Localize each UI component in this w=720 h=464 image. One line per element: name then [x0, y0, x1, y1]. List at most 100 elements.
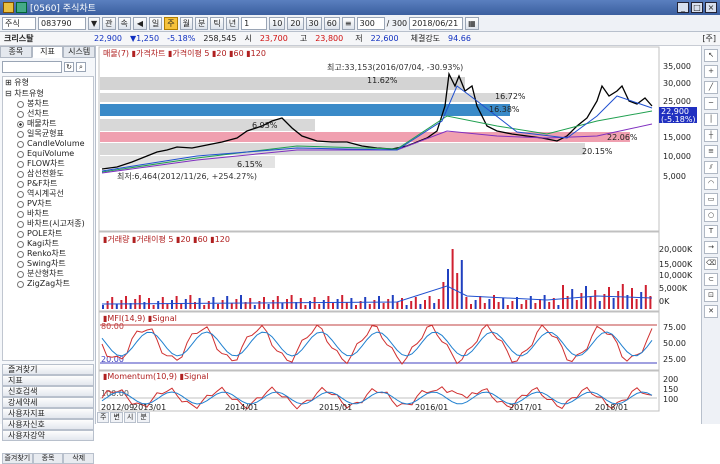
hline-tool-icon[interactable]: ─	[704, 97, 718, 110]
period-year-button[interactable]: 년	[225, 16, 240, 30]
nav-button-2[interactable]: 변	[110, 412, 123, 423]
radio-icon[interactable]	[17, 210, 24, 218]
trash-tool-icon[interactable]: ✕	[704, 305, 718, 318]
preset-30-button[interactable]: 30	[305, 16, 322, 30]
chart-type-item[interactable]: 역시계곡선	[3, 189, 93, 199]
radio-icon[interactable]	[17, 280, 24, 288]
chart-type-item[interactable]: 선차트	[3, 109, 93, 119]
nav-button-1[interactable]: 주	[97, 412, 110, 423]
lock-tool-icon[interactable]: ⊡	[704, 289, 718, 302]
user-signal-button[interactable]: 사용자신호	[2, 419, 94, 430]
user-strength-button[interactable]: 사용자강약	[2, 430, 94, 441]
radio-icon[interactable]	[17, 240, 24, 248]
tab-stocks[interactable]: 종목	[0, 46, 32, 58]
search-icon[interactable]: ▼	[88, 16, 101, 30]
chart-type-item[interactable]: Swing차트	[3, 259, 93, 269]
radio-icon[interactable]	[17, 260, 24, 268]
date-input[interactable]: 2018/06/21	[409, 16, 464, 30]
chart-type-item[interactable]: CandleVolume	[3, 139, 93, 149]
nav-button-4[interactable]: 분	[137, 412, 150, 423]
refresh-icon[interactable]: ↻	[64, 62, 74, 72]
vline-tool-icon[interactable]: │	[704, 113, 718, 126]
chart-type-item[interactable]: 분산형차트	[3, 269, 93, 279]
sok-button[interactable]: 속	[117, 16, 131, 30]
period-day-button[interactable]: 일	[148, 16, 163, 30]
help-icon[interactable]	[16, 2, 27, 13]
radio-icon[interactable]	[17, 190, 24, 198]
channel-tool-icon[interactable]: ⫽	[704, 161, 718, 174]
preset-60-button[interactable]: 60	[323, 16, 340, 30]
chart-type-item[interactable]: Kagi차트	[3, 239, 93, 249]
bottom-stock-button[interactable]: 종목	[32, 453, 64, 464]
arrow-icon[interactable]: ◀	[132, 16, 147, 30]
period-tick-button[interactable]: 틱	[210, 16, 224, 30]
preset-10-button[interactable]: 10	[269, 16, 286, 30]
rect-tool-icon[interactable]: ▭	[704, 193, 718, 206]
preset-20-button[interactable]: 20	[287, 16, 304, 30]
count-input[interactable]: 300	[356, 16, 385, 30]
arrow-tool-icon[interactable]: →	[704, 241, 718, 254]
tab-system[interactable]: 시스템	[63, 46, 96, 58]
period-month-button[interactable]: 월	[179, 16, 194, 30]
chart-area[interactable]: 35,000 30,000 25,000 15,000 10,000 5,000 22,90…	[97, 46, 700, 424]
chart-type-item[interactable]: P&F차트	[3, 179, 93, 189]
tree-group-chart-type[interactable]: ⊟ 차트유형	[3, 88, 93, 99]
cross-tool-icon[interactable]: ┼	[704, 129, 718, 142]
radio-icon[interactable]	[17, 100, 24, 108]
radio-icon[interactable]	[17, 160, 24, 168]
period-minute-button[interactable]: 분	[195, 16, 209, 30]
chart-type-item[interactable]: PV차트	[3, 199, 93, 209]
minimize-button[interactable]: _	[677, 2, 689, 13]
arc-tool-icon[interactable]: ◠	[704, 177, 718, 190]
line-tool-icon[interactable]: ╱	[704, 81, 718, 94]
radio-icon[interactable]	[17, 180, 24, 188]
chart-type-item[interactable]: FLOW차트	[3, 159, 93, 169]
code-input[interactable]: 083790	[38, 16, 86, 30]
tree-group-type[interactable]: ⊞ 유형	[3, 77, 93, 88]
chart-type-item[interactable]: ZigZag차트	[3, 279, 93, 289]
search-icon[interactable]: ⌕	[76, 62, 86, 72]
market-select[interactable]: 주식	[2, 16, 36, 30]
search-input[interactable]	[2, 61, 62, 73]
radio-icon[interactable]	[17, 270, 24, 278]
radio-icon[interactable]	[17, 250, 24, 258]
interval-input[interactable]: 1	[241, 16, 268, 30]
fibo-tool-icon[interactable]: ≡	[704, 145, 718, 158]
radio-icon[interactable]	[17, 200, 24, 208]
period-week-button[interactable]: 주	[164, 16, 178, 30]
calendar-icon[interactable]: ▦	[465, 16, 479, 30]
chart-type-item[interactable]: 매물차트	[3, 119, 93, 129]
bottom-favorites-button[interactable]: 즐겨찾기	[2, 453, 33, 464]
chart-type-item[interactable]: 봉차트	[3, 99, 93, 109]
close-button[interactable]: ×	[705, 2, 717, 13]
radio-icon[interactable]	[17, 220, 24, 228]
favorites-button[interactable]: 즐겨찾기	[2, 364, 94, 375]
chart-canvas[interactable]: 35,00030,00025,00015,00010,0005,00022,90…	[97, 46, 700, 412]
chart-type-item[interactable]: EquiVolume	[3, 149, 93, 159]
user-indicator-button[interactable]: 사용자지표	[2, 408, 94, 419]
text-tool-icon[interactable]: T	[704, 225, 718, 238]
cursor-tool-icon[interactable]: ↖	[704, 49, 718, 62]
kwan-button[interactable]: 관	[102, 16, 116, 30]
erase-tool-icon[interactable]: ⌫	[704, 257, 718, 270]
radio-icon[interactable]	[17, 230, 24, 238]
chart-type-item[interactable]: 일목균형표	[3, 129, 93, 139]
settings-icon[interactable]: ≡	[341, 16, 355, 30]
maximize-button[interactable]: □	[691, 2, 703, 13]
magnet-tool-icon[interactable]: ⊂	[704, 273, 718, 286]
signal-search-button[interactable]: 신호검색	[2, 386, 94, 397]
circle-tool-icon[interactable]: ○	[704, 209, 718, 222]
radio-icon[interactable]	[17, 120, 24, 128]
crosshair-tool-icon[interactable]: +	[704, 65, 718, 78]
radio-icon[interactable]	[17, 150, 24, 158]
chart-type-item[interactable]: POLE차트	[3, 229, 93, 239]
chart-type-item[interactable]: 삼선전환도	[3, 169, 93, 179]
strength-button[interactable]: 강세약세	[2, 397, 94, 408]
radio-icon[interactable]	[17, 140, 24, 148]
chart-type-item[interactable]: Renko차트	[3, 249, 93, 259]
radio-icon[interactable]	[17, 130, 24, 138]
tab-indicators[interactable]: 지표	[31, 46, 64, 58]
indicators-button[interactable]: 지표	[2, 375, 94, 386]
chart-type-item[interactable]: 바차트(시고저종)	[3, 219, 93, 229]
chart-type-item[interactable]: 바차트	[3, 209, 93, 219]
